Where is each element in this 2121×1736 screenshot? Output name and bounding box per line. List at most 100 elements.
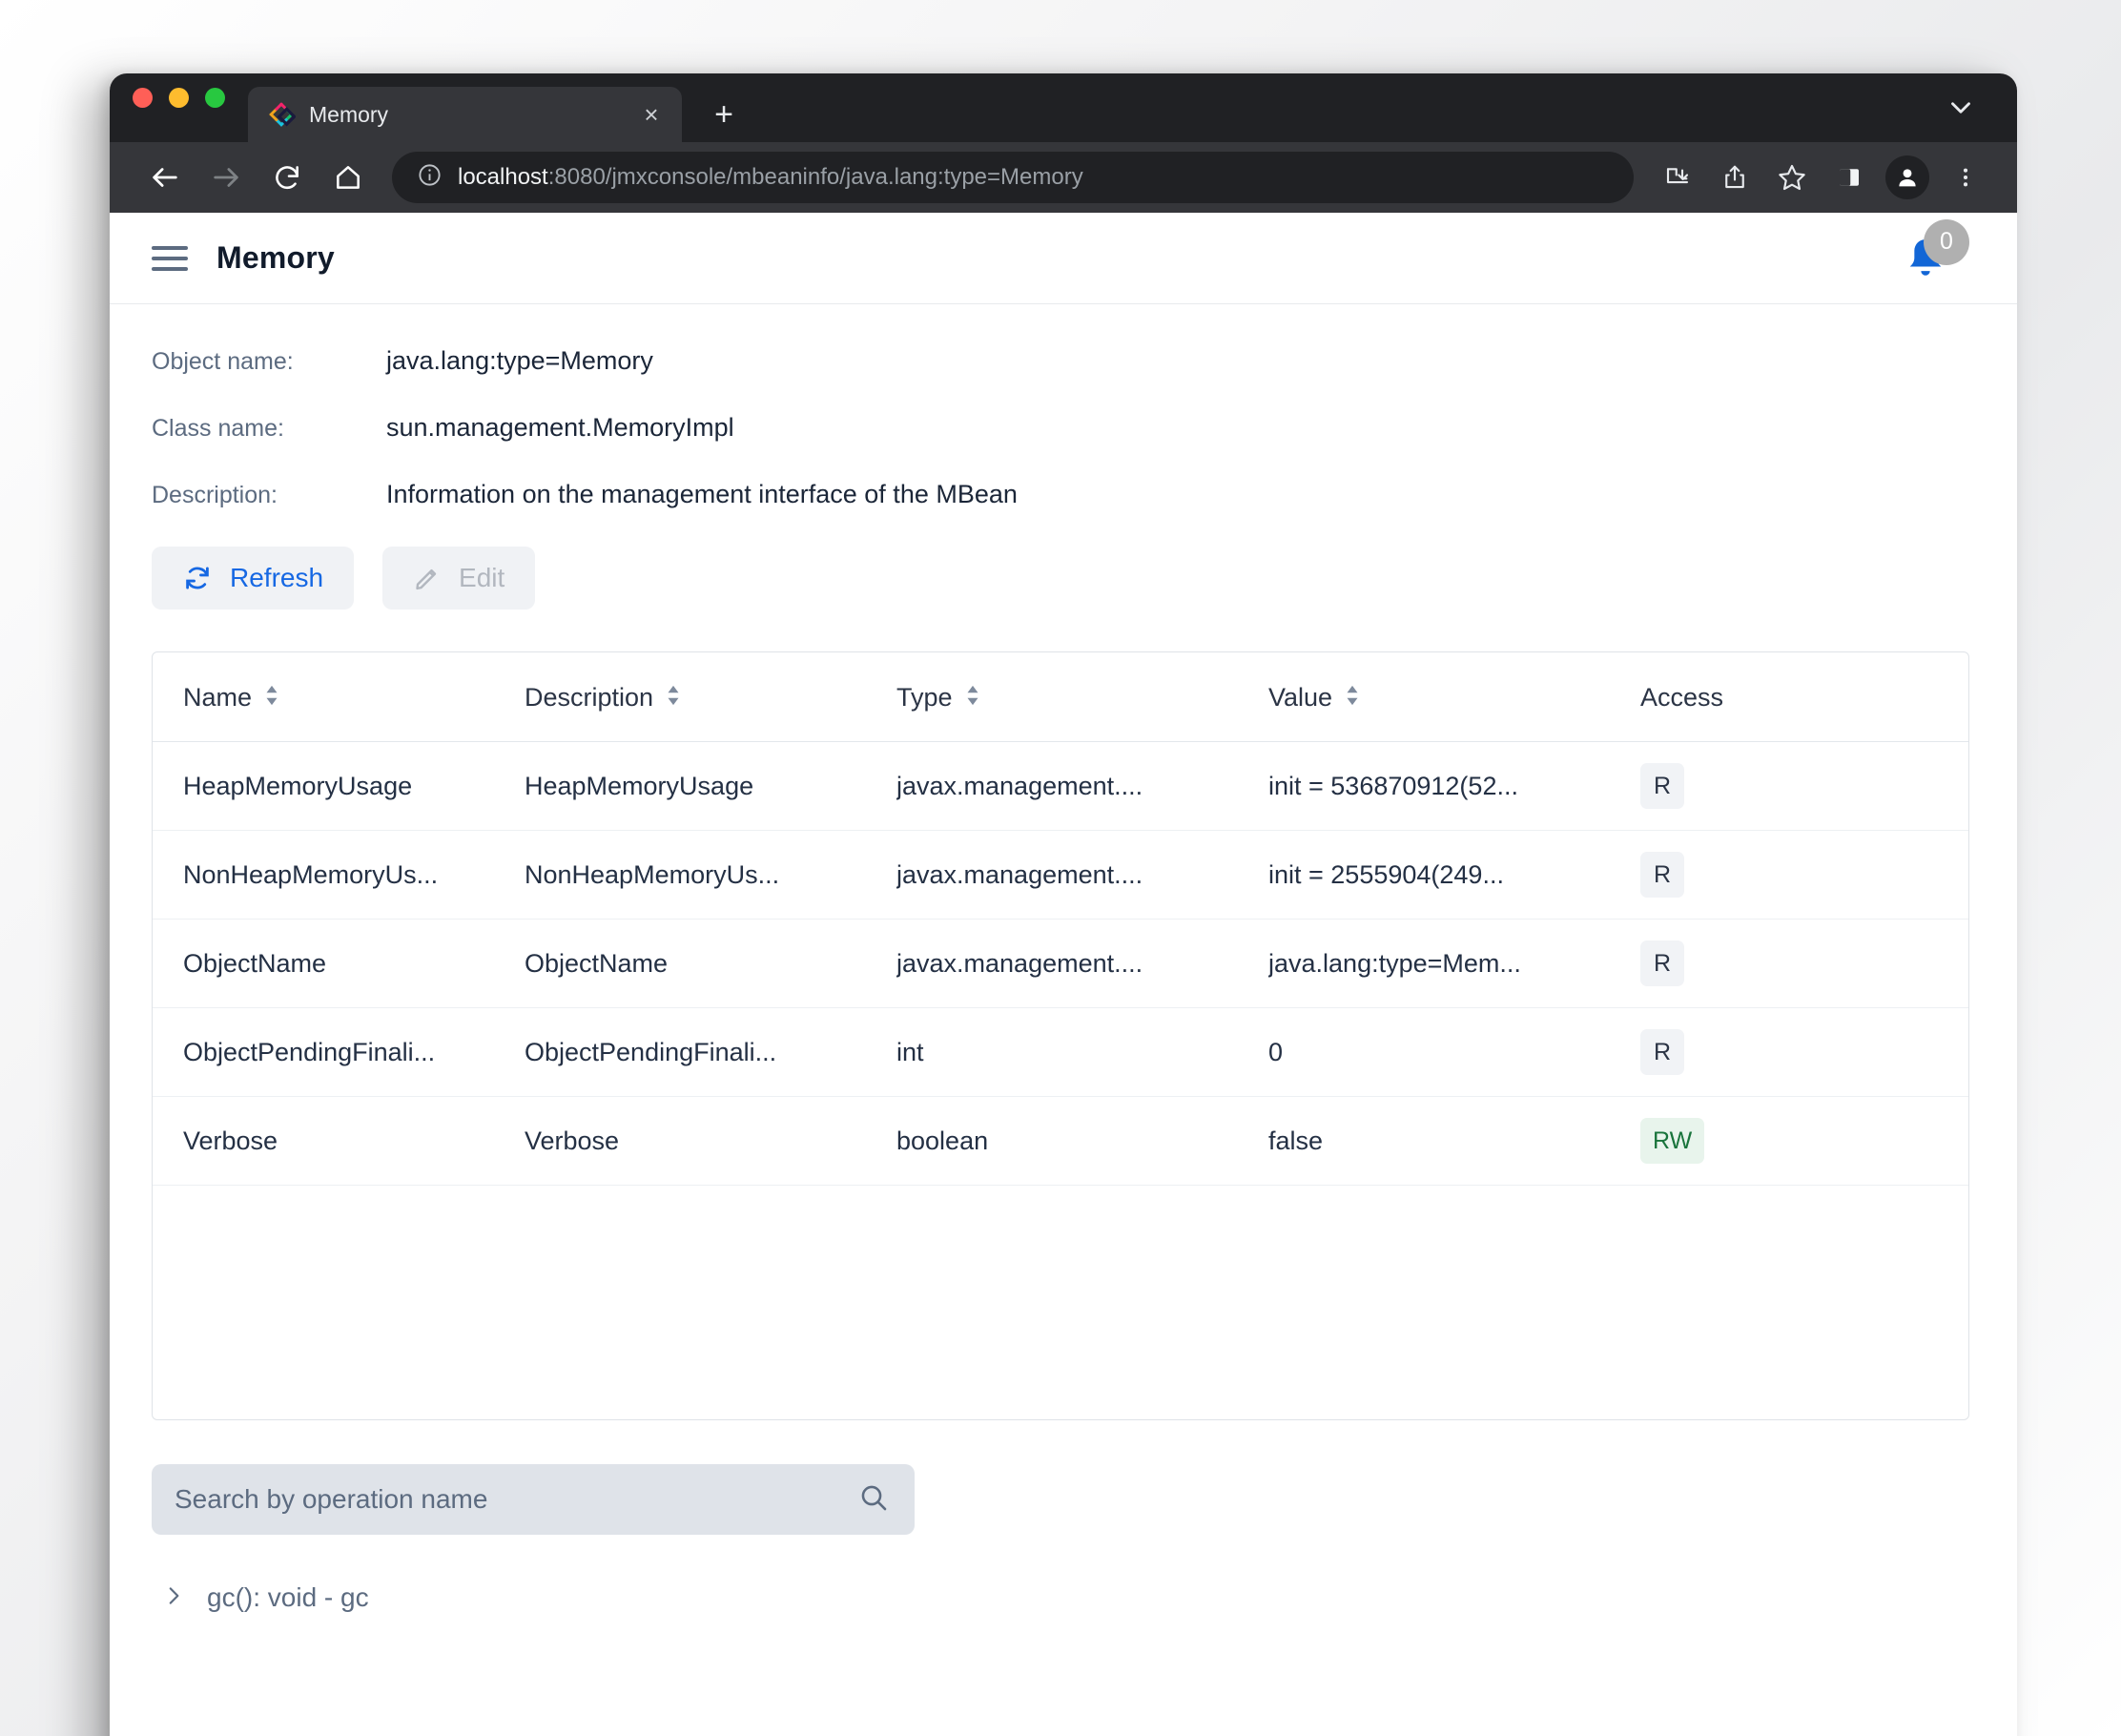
cell-value: 0: [1268, 1008, 1640, 1097]
url-path: :8080/jmxconsole/mbeaninfo/java.lang:typ…: [548, 164, 1083, 190]
sort-icon[interactable]: [666, 683, 681, 713]
main-content: Object name: java.lang:type=Memory Class…: [110, 304, 2017, 1613]
cell-access: RW: [1640, 1097, 1968, 1186]
column-label: Type: [896, 683, 953, 713]
column-label: Name: [183, 683, 252, 713]
cell-name: ObjectPendingFinali...: [153, 1008, 525, 1097]
cell-access: R: [1640, 920, 1968, 1008]
browser-toolbar: localhost:8080/jmxconsole/mbeaninfo/java…: [110, 142, 2017, 213]
share-icon[interactable]: [1706, 152, 1763, 203]
operation-search-bar[interactable]: [152, 1464, 915, 1535]
three-dot-menu-icon[interactable]: [1937, 152, 1994, 203]
close-icon[interactable]: ×: [638, 102, 665, 127]
edit-button[interactable]: Edit: [382, 547, 535, 610]
column-header-description[interactable]: Description: [525, 652, 896, 742]
cell-access: R: [1640, 742, 1968, 831]
page-root: Memory × +: [0, 0, 2121, 1736]
table-header: Name Description Type Value Access: [153, 652, 1968, 742]
forward-arrow-icon[interactable]: [196, 152, 257, 203]
address-bar[interactable]: localhost:8080/jmxconsole/mbeaninfo/java…: [392, 152, 1634, 203]
install-icon[interactable]: [1649, 152, 1706, 203]
new-tab-button[interactable]: +: [707, 98, 741, 131]
detail-label: Description:: [152, 482, 386, 509]
cell-description: HeapMemoryUsage: [525, 742, 896, 831]
table-row[interactable]: NonHeapMemoryUs... NonHeapMemoryUs... ja…: [153, 831, 1968, 920]
app-header: Memory 0: [110, 213, 2017, 304]
sort-icon[interactable]: [264, 683, 279, 713]
maximize-window-button[interactable]: [205, 88, 225, 108]
minimize-window-button[interactable]: [169, 88, 189, 108]
table-row[interactable]: ObjectName ObjectName javax.management..…: [153, 920, 1968, 1008]
table-row[interactable]: HeapMemoryUsage HeapMemoryUsage javax.ma…: [153, 742, 1968, 831]
cell-name: HeapMemoryUsage: [153, 742, 525, 831]
list-item[interactable]: gc(): void - gc: [152, 1582, 1969, 1613]
pencil-icon: [413, 564, 442, 592]
column-header-type[interactable]: Type: [896, 652, 1268, 742]
column-label: Access: [1640, 683, 1723, 713]
column-label: Description: [525, 683, 653, 713]
column-label: Value: [1268, 683, 1332, 713]
tab-title: Memory: [309, 102, 625, 128]
browser-tab[interactable]: Memory ×: [248, 87, 682, 142]
detail-value: Information on the management interface …: [386, 480, 1018, 509]
status-badge: RW: [1640, 1118, 1704, 1164]
search-icon[interactable]: [857, 1481, 890, 1519]
cell-name: Verbose: [153, 1097, 525, 1186]
detail-row-object-name: Object name: java.lang:type=Memory: [152, 346, 1969, 376]
cell-description: ObjectPendingFinali...: [525, 1008, 896, 1097]
page-title: Memory: [216, 240, 335, 276]
chevron-right-icon[interactable]: [161, 1583, 186, 1613]
window-controls: [133, 73, 225, 142]
column-header-value[interactable]: Value: [1268, 652, 1640, 742]
home-icon[interactable]: [318, 152, 379, 203]
detail-row-class-name: Class name: sun.management.MemoryImpl: [152, 413, 1969, 443]
cell-value: init = 2555904(249...: [1268, 831, 1640, 920]
notification-count-badge: 0: [1924, 219, 1969, 265]
sort-icon[interactable]: [1345, 683, 1360, 713]
operation-label: gc(): void - gc: [207, 1582, 369, 1613]
url-host: localhost: [458, 164, 548, 190]
reload-icon[interactable]: [257, 152, 318, 203]
column-header-name[interactable]: Name: [153, 652, 525, 742]
cell-access: R: [1640, 831, 1968, 920]
hamburger-menu-icon[interactable]: [152, 246, 188, 271]
table-row[interactable]: Verbose Verbose boolean false RW: [153, 1097, 1968, 1186]
cell-description: Verbose: [525, 1097, 896, 1186]
refresh-button[interactable]: Refresh: [152, 547, 354, 610]
close-window-button[interactable]: [133, 88, 153, 108]
address-bar-url: localhost:8080/jmxconsole/mbeaninfo/java…: [458, 164, 1083, 191]
detail-value: sun.management.MemoryImpl: [386, 413, 734, 443]
side-panel-icon[interactable]: [1821, 152, 1878, 203]
sort-icon[interactable]: [965, 683, 980, 713]
app-diamond-icon: [267, 100, 296, 129]
refresh-icon: [182, 563, 213, 593]
cell-type: javax.management....: [896, 920, 1268, 1008]
back-arrow-icon[interactable]: [134, 152, 196, 203]
operations-list: gc(): void - gc: [152, 1582, 1969, 1613]
cell-type: javax.management....: [896, 742, 1268, 831]
attributes-table: Name Description Type Value Access HeapM…: [153, 652, 1968, 1186]
search-input[interactable]: [175, 1484, 857, 1515]
info-circle-icon[interactable]: [417, 162, 443, 193]
edit-button-label: Edit: [459, 563, 505, 593]
toolbar-icon-group: [1649, 152, 1994, 203]
cell-type: boolean: [896, 1097, 1268, 1186]
table-body: HeapMemoryUsage HeapMemoryUsage javax.ma…: [153, 742, 1968, 1186]
cell-type: int: [896, 1008, 1268, 1097]
cell-type: javax.management....: [896, 831, 1268, 920]
browser-window: Memory × +: [110, 73, 2017, 1736]
browser-tab-strip: Memory × +: [110, 73, 2017, 142]
cell-description: ObjectName: [525, 920, 896, 1008]
page-viewport: Memory 0 Object name: java.lang:type=Mem…: [110, 213, 2017, 1736]
bookmark-star-icon[interactable]: [1763, 152, 1821, 203]
cell-value: false: [1268, 1097, 1640, 1186]
status-badge: R: [1640, 852, 1684, 898]
cell-access: R: [1640, 1008, 1968, 1097]
notifications-button[interactable]: 0: [1899, 225, 1966, 292]
chevron-down-icon[interactable]: [1945, 92, 1977, 129]
refresh-button-label: Refresh: [230, 563, 323, 593]
detail-row-description: Description: Information on the manageme…: [152, 480, 1969, 509]
table-row[interactable]: ObjectPendingFinali... ObjectPendingFina…: [153, 1008, 1968, 1097]
profile-avatar-icon[interactable]: [1885, 155, 1929, 199]
cell-value: java.lang:type=Mem...: [1268, 920, 1640, 1008]
